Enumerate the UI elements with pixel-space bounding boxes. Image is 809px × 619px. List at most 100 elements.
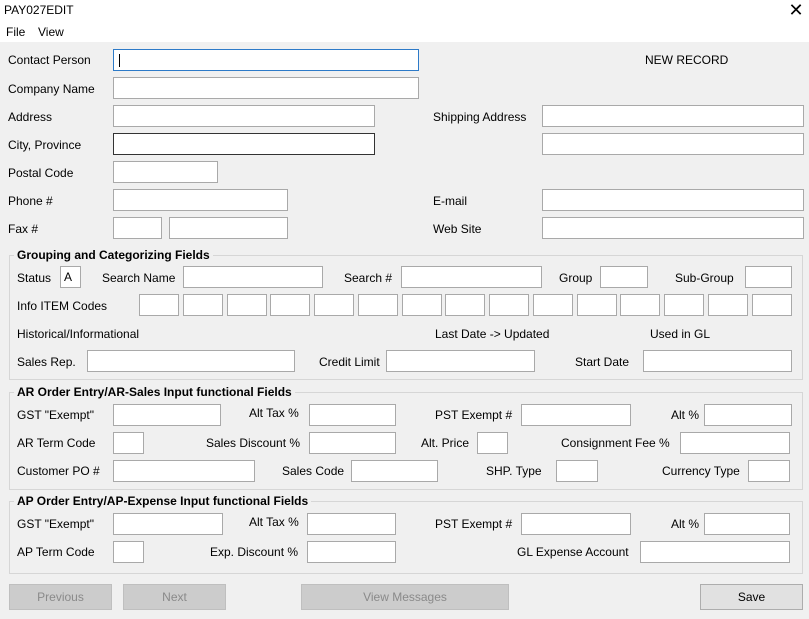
email-input[interactable] — [542, 189, 804, 211]
info-item-code-10[interactable] — [533, 294, 573, 316]
save-button[interactable]: Save — [700, 584, 803, 610]
ar-pst-exempt-label: PST Exempt # — [435, 408, 513, 422]
address-label: Address — [8, 110, 53, 124]
city-province-input[interactable] — [113, 133, 375, 155]
consignment-fee-label: Consignment Fee % — [561, 436, 670, 450]
email-label: E-mail — [433, 194, 468, 208]
address-input[interactable] — [113, 105, 375, 127]
previous-button[interactable]: Previous — [9, 584, 112, 610]
sub-group-label: Sub-Group — [675, 271, 734, 285]
customer-po-label: Customer PO # — [17, 464, 100, 478]
sales-discount-input[interactable] — [309, 432, 396, 454]
alt-price-input[interactable] — [477, 432, 508, 454]
shp-type-input[interactable] — [556, 460, 598, 482]
group-label: Group — [559, 271, 593, 285]
credit-limit-label: Credit Limit — [319, 355, 380, 369]
ap-gst-exempt-input[interactable] — [113, 513, 223, 535]
status-label: Status — [17, 271, 52, 285]
postal-code-input[interactable] — [113, 161, 218, 183]
menu-view[interactable]: View — [38, 25, 64, 39]
ar-term-code-input[interactable] — [113, 432, 144, 454]
info-item-code-5[interactable] — [314, 294, 354, 316]
ap-pst-exempt-input[interactable] — [521, 513, 631, 535]
sub-group-input[interactable] — [745, 266, 792, 288]
info-item-code-3[interactable] — [227, 294, 267, 316]
fax-area-input[interactable] — [113, 217, 162, 239]
consignment-fee-input[interactable] — [680, 432, 790, 454]
ar-alt-tax-input[interactable] — [309, 404, 396, 426]
customer-po-input[interactable] — [113, 460, 255, 482]
menu-bar — [0, 22, 809, 42]
exp-discount-label: Exp. Discount % — [210, 545, 299, 559]
ap-pst-exempt-label: PST Exempt # — [435, 517, 513, 531]
contact-person-label: Contact Person — [8, 53, 91, 67]
exp-discount-input[interactable] — [307, 541, 396, 563]
company-name-input[interactable] — [113, 77, 419, 99]
info-item-code-14[interactable] — [708, 294, 748, 316]
grouping-title: Grouping and Categorizing Fields — [14, 248, 213, 262]
ar-alt-pct-input[interactable] — [704, 404, 792, 426]
info-item-codes-label: Info ITEM Codes — [17, 299, 108, 313]
info-item-code-8[interactable] — [445, 294, 485, 316]
ap-term-code-input[interactable] — [113, 541, 144, 563]
shipping-address-label: Shipping Address — [433, 110, 527, 124]
info-item-code-6[interactable] — [358, 294, 398, 316]
shipping-address-input-2[interactable] — [542, 133, 804, 155]
company-name-label: Company Name — [8, 82, 95, 96]
info-item-code-7[interactable] — [402, 294, 442, 316]
info-item-code-12[interactable] — [620, 294, 660, 316]
search-name-input[interactable] — [183, 266, 323, 288]
currency-type-input[interactable] — [748, 460, 790, 482]
ap-gst-exempt-label: GST "Exempt" — [17, 517, 94, 531]
gl-expense-label: GL Expense Account — [517, 545, 629, 559]
currency-type-label: Currency Type — [662, 464, 740, 478]
menu-file[interactable]: File — [6, 25, 25, 39]
shipping-address-input-1[interactable] — [542, 105, 804, 127]
ar-alt-pct-label: Alt % — [671, 408, 700, 422]
info-item-code-15[interactable] — [752, 294, 792, 316]
phone-input[interactable] — [113, 189, 288, 211]
contact-person-input[interactable] — [113, 49, 419, 71]
info-item-code-2[interactable] — [183, 294, 223, 316]
ar-alt-tax-label: Alt Tax % — [249, 406, 299, 420]
start-date-input[interactable] — [643, 350, 792, 372]
info-item-code-13[interactable] — [664, 294, 704, 316]
shp-type-label: SHP. Type — [486, 464, 542, 478]
sales-rep-label: Sales Rep. — [17, 355, 76, 369]
alt-price-label: Alt. Price — [421, 436, 470, 450]
group-input[interactable] — [600, 266, 648, 288]
info-item-code-9[interactable] — [489, 294, 529, 316]
search-number-input[interactable] — [401, 266, 542, 288]
ap-alt-pct-label: Alt % — [671, 517, 700, 531]
window-title: PAY027EDIT — [4, 3, 74, 17]
status-input[interactable]: A — [60, 266, 81, 288]
ap-groupbox — [9, 501, 803, 574]
search-name-label: Search Name — [102, 271, 176, 285]
view-messages-button[interactable]: View Messages — [301, 584, 509, 610]
city-province-label: City, Province — [8, 138, 82, 152]
ar-term-code-label: AR Term Code — [17, 436, 96, 450]
ap-alt-tax-input[interactable] — [307, 513, 396, 535]
website-label: Web Site — [433, 222, 482, 236]
info-item-code-11[interactable] — [577, 294, 617, 316]
info-item-code-1[interactable] — [139, 294, 179, 316]
close-icon[interactable]: ✕ — [787, 0, 805, 20]
title-bar — [0, 0, 809, 22]
ap-title: AP Order Entry/AP-Expense Input function… — [14, 494, 312, 508]
sales-rep-input[interactable] — [87, 350, 295, 372]
next-button[interactable]: Next — [123, 584, 226, 610]
ap-alt-pct-input[interactable] — [704, 513, 790, 535]
info-item-code-4[interactable] — [270, 294, 310, 316]
credit-limit-input[interactable] — [386, 350, 535, 372]
website-input[interactable] — [542, 217, 804, 239]
text-caret — [119, 54, 120, 67]
ar-gst-exempt-input[interactable] — [113, 404, 221, 426]
fax-number-input[interactable] — [169, 217, 288, 239]
ar-gst-exempt-label: GST "Exempt" — [17, 408, 94, 422]
sales-code-input[interactable] — [351, 460, 438, 482]
last-date-updated-label: Last Date -> Updated — [435, 327, 550, 341]
ar-pst-exempt-input[interactable] — [521, 404, 631, 426]
ap-term-code-label: AP Term Code — [17, 545, 95, 559]
gl-expense-input[interactable] — [640, 541, 790, 563]
search-number-label: Search # — [344, 271, 393, 285]
